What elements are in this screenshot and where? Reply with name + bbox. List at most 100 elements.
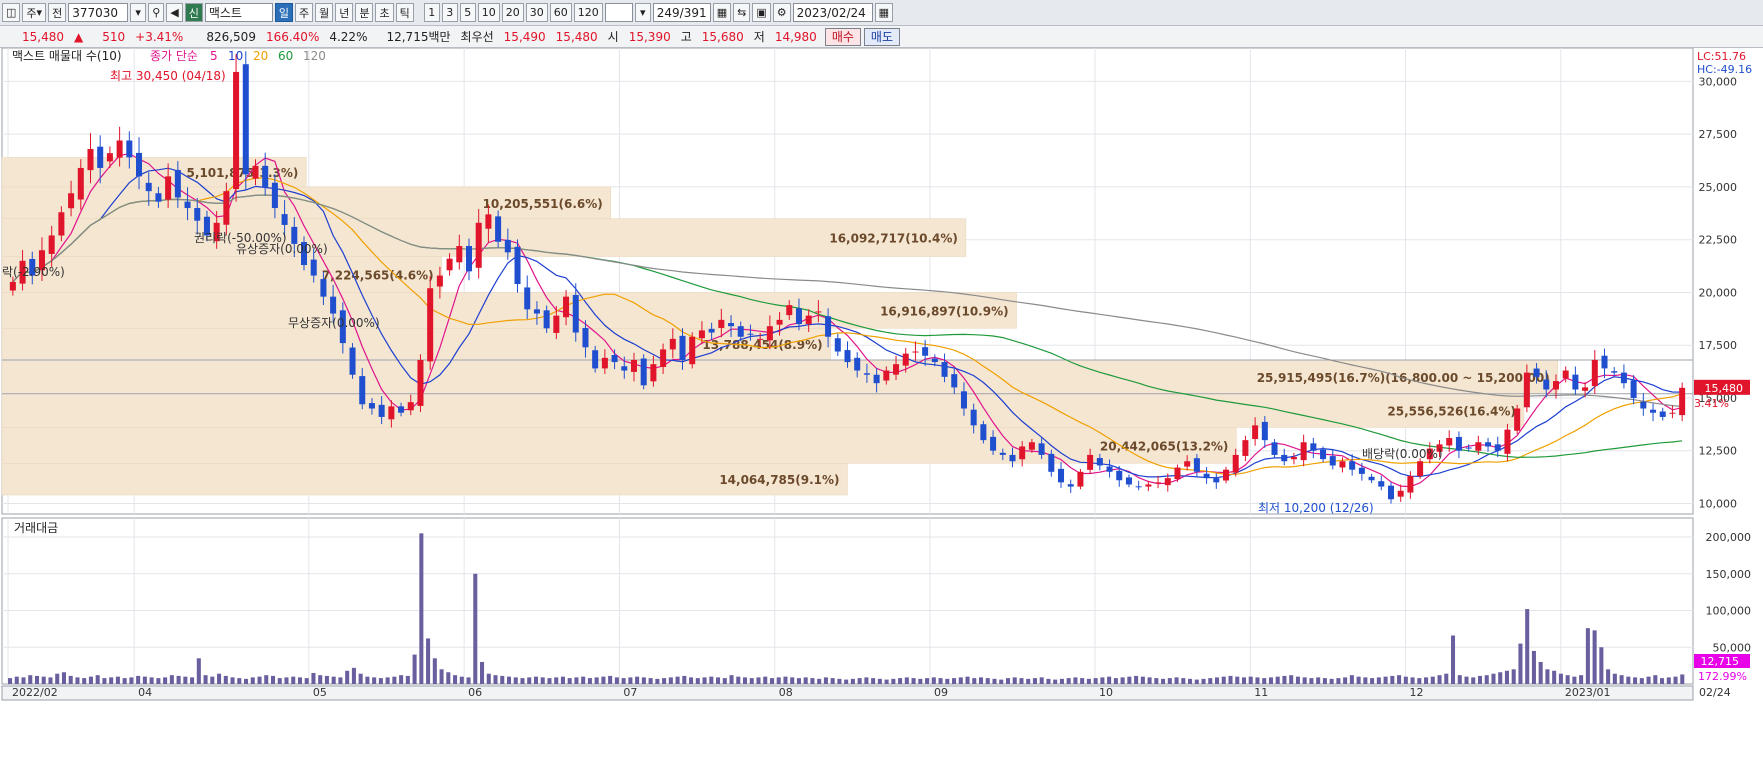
tab-second[interactable]: 초 [375, 3, 394, 22]
interval-120[interactable]: 120 [573, 3, 603, 22]
volume-bar [48, 677, 53, 684]
tab-week[interactable]: 주 [294, 3, 314, 22]
volume-bar [1019, 678, 1024, 684]
candle-body [48, 235, 55, 254]
volume-pane-title: 거래대금 [14, 521, 58, 535]
candle-body [747, 333, 754, 335]
candle [1514, 404, 1521, 435]
volume-bar [331, 676, 336, 684]
volume-profile-band [1, 393, 1525, 428]
candle-body [863, 373, 870, 375]
candle-body [1135, 486, 1142, 488]
time-tick-label: 05 [313, 686, 327, 699]
code-dropdown-button[interactable]: ▾ [130, 3, 147, 22]
save-button[interactable]: ▣ [752, 3, 771, 22]
market-select[interactable]: 전 [48, 3, 67, 22]
volume-bar [1241, 677, 1247, 684]
candle-body [388, 406, 395, 420]
candle [417, 354, 424, 413]
candle [349, 343, 356, 379]
candle-body [495, 216, 502, 242]
candle-body [1611, 371, 1618, 373]
candle-body [1058, 468, 1065, 483]
interval-3[interactable]: 3 [441, 3, 458, 22]
candle-body [1232, 454, 1239, 473]
candle-body [1378, 481, 1385, 487]
sound-button[interactable]: ◀ [166, 3, 183, 22]
volume-bar [999, 679, 1004, 684]
candle-body [980, 424, 987, 441]
candle-body [116, 140, 123, 158]
grid-icon: ▦ [716, 6, 728, 19]
code-input[interactable]: 377030 [68, 3, 129, 22]
candle-body [1329, 456, 1336, 466]
volume-bar [675, 676, 680, 684]
period-select[interactable]: 주 ▾ [22, 3, 47, 22]
grid-button[interactable]: ▦ [712, 3, 732, 22]
volume-bar [1134, 675, 1139, 684]
tab-minute[interactable]: 분 [355, 3, 374, 22]
tab-tick[interactable]: 틱 [395, 3, 414, 22]
buy-button[interactable]: 매수 [824, 27, 861, 46]
ma-legend-period: 20 [253, 49, 268, 63]
candle-body [1310, 443, 1317, 451]
candle-body [58, 212, 65, 236]
volume-bar [1417, 678, 1422, 684]
interval-30[interactable]: 30 [525, 3, 548, 22]
interval-custom-input[interactable] [604, 3, 633, 22]
volume-bar [1511, 669, 1516, 684]
time-tick-label: 2022/02 [12, 686, 58, 699]
volume-bar [466, 677, 471, 684]
price-tick-label: 10,000 [1699, 497, 1738, 510]
candle-body [582, 327, 589, 348]
tab-day[interactable]: 일 [274, 3, 293, 22]
candle-body [563, 296, 570, 318]
candle-body [533, 309, 540, 314]
date-input[interactable]: 2023/02/24 [792, 3, 873, 22]
tab-year[interactable]: 년 [335, 3, 354, 22]
calendar-button[interactable]: ▦ [874, 3, 894, 22]
stock-name-field[interactable]: 맥스트 [204, 3, 273, 22]
volume-bar [1268, 677, 1273, 684]
volume-bar [324, 675, 329, 684]
volume-bar [918, 678, 923, 684]
ma-legend-period: 5 [210, 49, 218, 63]
candle-body [456, 246, 463, 263]
volume-bar [581, 676, 586, 684]
tab-month[interactable]: 월 [315, 3, 334, 22]
price-chart[interactable]: 5,101,875(3.3%) 10,205,551(6.6%) 16,092,71… [0, 48, 1763, 784]
volume-bar [453, 675, 458, 684]
volume-bar [1154, 678, 1159, 684]
count-field[interactable]: 249/391 [652, 3, 711, 22]
interval-10[interactable]: 10 [477, 3, 500, 22]
search-button[interactable]: ⚲ [148, 3, 165, 22]
interval-5[interactable]: 5 [459, 3, 476, 22]
compare-button[interactable]: ⇆ [733, 3, 751, 22]
sell-button[interactable]: 매도 [863, 27, 900, 46]
interval-60[interactable]: 60 [549, 3, 572, 22]
candle-body [1504, 429, 1511, 454]
candle-body [1620, 372, 1627, 384]
candle-body [951, 374, 958, 388]
volume-bar [1248, 676, 1253, 684]
volume-bar [311, 672, 316, 684]
volume-bar [1673, 676, 1678, 684]
volume-bar [1531, 650, 1536, 684]
interval-1[interactable]: 1 [423, 3, 440, 22]
candle [689, 332, 696, 369]
candle-body [378, 404, 385, 417]
volume-bar [1646, 676, 1651, 684]
interval-20[interactable]: 20 [501, 3, 524, 22]
layout-icon[interactable]: ◫ [2, 3, 21, 22]
volume-bar [257, 676, 262, 684]
interval-dropdown-button[interactable]: ▾ [634, 3, 651, 22]
settings-button[interactable]: ⚙ [772, 3, 791, 22]
candle-body [1174, 467, 1181, 480]
volume-bar [1504, 670, 1509, 684]
candle-body [1543, 379, 1550, 390]
volume-bar [1579, 675, 1584, 684]
volume-profile-label: 14,064,785(9.1%) [719, 473, 839, 487]
candle-body [1222, 469, 1230, 481]
volume-bar [1167, 678, 1172, 684]
volume-bar [190, 677, 195, 684]
